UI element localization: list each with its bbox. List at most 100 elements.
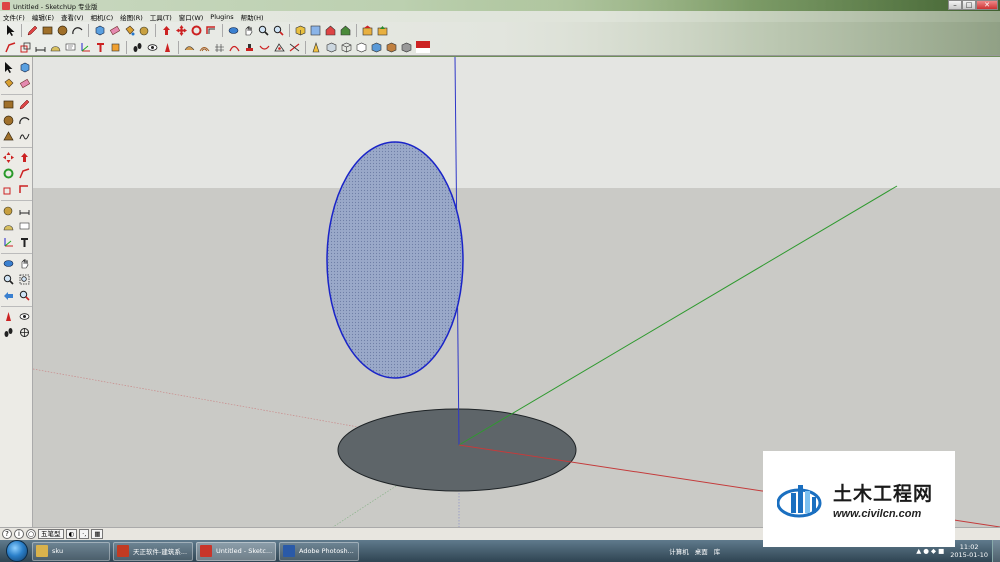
shaded-icon[interactable] bbox=[370, 41, 383, 54]
followme-icon[interactable] bbox=[17, 166, 32, 180]
tape-measure-icon[interactable] bbox=[138, 24, 151, 37]
paint-bucket-icon[interactable] bbox=[1, 76, 16, 90]
right-view-icon[interactable] bbox=[339, 24, 352, 37]
zoom-icon[interactable] bbox=[257, 24, 270, 37]
look-around-icon[interactable] bbox=[17, 309, 32, 323]
zoom-extents-icon[interactable] bbox=[272, 24, 285, 37]
zoom-window-icon[interactable] bbox=[17, 272, 32, 286]
top-view-icon[interactable] bbox=[309, 24, 322, 37]
geo-icon[interactable]: ○ bbox=[26, 529, 36, 539]
3d-text-icon[interactable] bbox=[17, 235, 32, 249]
menu-camera[interactable]: 相机(C) bbox=[91, 12, 114, 22]
eraser-icon[interactable] bbox=[108, 24, 121, 37]
walk-icon[interactable] bbox=[131, 41, 144, 54]
polygon-icon[interactable] bbox=[1, 129, 16, 143]
pushpull-icon[interactable] bbox=[160, 24, 173, 37]
textured-icon[interactable] bbox=[385, 41, 398, 54]
walk-icon[interactable] bbox=[1, 325, 16, 339]
taskbar-item-sketchup[interactable]: Untitled - Sketc... bbox=[196, 541, 276, 561]
close-button[interactable]: ✕ bbox=[976, 0, 998, 10]
select-arrow-icon[interactable] bbox=[1, 60, 16, 74]
smoove-icon[interactable] bbox=[228, 41, 241, 54]
styles-icon[interactable] bbox=[310, 41, 323, 54]
arc-icon[interactable] bbox=[71, 24, 84, 37]
info-circle-icon[interactable]: i bbox=[14, 529, 24, 539]
previous-view-icon[interactable] bbox=[1, 288, 16, 302]
stamp-icon[interactable] bbox=[243, 41, 256, 54]
position-camera-icon[interactable] bbox=[161, 41, 174, 54]
ime-style-button[interactable]: 五笔型 bbox=[38, 529, 64, 539]
dimension-icon[interactable] bbox=[17, 203, 32, 217]
wireframe-icon[interactable] bbox=[340, 41, 353, 54]
menu-window[interactable]: 窗口(W) bbox=[179, 12, 204, 22]
freehand-icon[interactable] bbox=[17, 129, 32, 143]
iso-view-icon[interactable] bbox=[294, 24, 307, 37]
menu-help[interactable]: 帮助(H) bbox=[241, 12, 264, 22]
select-arrow-icon[interactable] bbox=[4, 24, 17, 37]
menu-file[interactable]: 文件(F) bbox=[3, 12, 25, 22]
eraser-icon[interactable] bbox=[17, 76, 32, 90]
taskbar-item-sku[interactable]: sku bbox=[32, 541, 110, 561]
menu-plugins[interactable]: Plugins bbox=[210, 13, 233, 21]
moon-icon[interactable]: ◐ bbox=[65, 529, 78, 539]
menu-draw[interactable]: 绘图(R) bbox=[120, 12, 143, 22]
dimension-icon[interactable] bbox=[34, 41, 47, 54]
taskbar-item-tangent[interactable]: 天正软件-建筑系... bbox=[113, 541, 193, 561]
front-view-icon[interactable] bbox=[324, 24, 337, 37]
xray-icon[interactable] bbox=[325, 41, 338, 54]
arc-icon[interactable] bbox=[17, 113, 32, 127]
rectangle-icon[interactable] bbox=[41, 24, 54, 37]
keyboard-icon[interactable]: ▦ bbox=[91, 529, 104, 539]
pan-icon[interactable] bbox=[17, 256, 32, 270]
tray-computer[interactable]: 计算机 bbox=[669, 546, 689, 556]
add-detail-icon[interactable] bbox=[273, 41, 286, 54]
share-model-icon[interactable] bbox=[376, 24, 389, 37]
3d-text-icon[interactable] bbox=[94, 41, 107, 54]
circle-icon[interactable] bbox=[56, 24, 69, 37]
tray-desktop[interactable]: 桌面 bbox=[695, 546, 708, 556]
minimize-button[interactable]: – bbox=[948, 0, 962, 10]
drape-icon[interactable] bbox=[258, 41, 271, 54]
rotate-icon[interactable] bbox=[190, 24, 203, 37]
show-desktop-button[interactable] bbox=[992, 540, 1000, 562]
menu-view[interactable]: 查看(V) bbox=[61, 12, 84, 22]
scale-icon[interactable] bbox=[1, 182, 16, 196]
orbit-icon[interactable] bbox=[1, 256, 16, 270]
axes-icon[interactable] bbox=[1, 235, 16, 249]
make-component-icon[interactable] bbox=[93, 24, 106, 37]
taskbar-item-photoshop[interactable]: Adobe Photosh... bbox=[279, 541, 359, 561]
punctuation-icon[interactable]: ·, bbox=[79, 529, 90, 539]
make-component-icon[interactable] bbox=[17, 60, 32, 74]
clock[interactable]: 11:02 2015-01-10 bbox=[950, 543, 988, 559]
from-contours-icon[interactable] bbox=[198, 41, 211, 54]
monochrome-icon[interactable] bbox=[400, 41, 413, 54]
pencil-icon[interactable] bbox=[26, 24, 39, 37]
offset-icon[interactable] bbox=[17, 182, 32, 196]
zoom-icon[interactable] bbox=[1, 272, 16, 286]
pencil-icon[interactable] bbox=[17, 97, 32, 111]
protractor-icon[interactable] bbox=[49, 41, 62, 54]
hidden-line-icon[interactable] bbox=[355, 41, 368, 54]
start-button[interactable] bbox=[6, 540, 28, 562]
scale-icon[interactable] bbox=[19, 41, 32, 54]
su-logo-icon[interactable] bbox=[415, 41, 430, 54]
text-icon[interactable] bbox=[17, 219, 32, 233]
text-icon[interactable] bbox=[64, 41, 77, 54]
look-around-icon[interactable] bbox=[146, 41, 159, 54]
sandbox-icon[interactable] bbox=[183, 41, 196, 54]
title-bar[interactable]: Untitled - SketchUp 专业版 – □ ✕ bbox=[0, 0, 1000, 11]
axes-icon[interactable] bbox=[79, 41, 92, 54]
pan-icon[interactable] bbox=[242, 24, 255, 37]
circle-icon[interactable] bbox=[1, 113, 16, 127]
zoom-extents-icon[interactable] bbox=[17, 288, 32, 302]
followme-icon[interactable] bbox=[4, 41, 17, 54]
orbit-icon[interactable] bbox=[227, 24, 240, 37]
tape-measure-icon[interactable] bbox=[1, 203, 16, 217]
protractor-icon[interactable] bbox=[1, 219, 16, 233]
tray-library[interactable]: 库 bbox=[714, 546, 721, 556]
pushpull-icon[interactable] bbox=[17, 150, 32, 164]
flip-edge-icon[interactable] bbox=[288, 41, 301, 54]
section-icon[interactable] bbox=[17, 325, 32, 339]
menu-tools[interactable]: 工具(T) bbox=[150, 12, 172, 22]
rectangle-icon[interactable] bbox=[1, 97, 16, 111]
